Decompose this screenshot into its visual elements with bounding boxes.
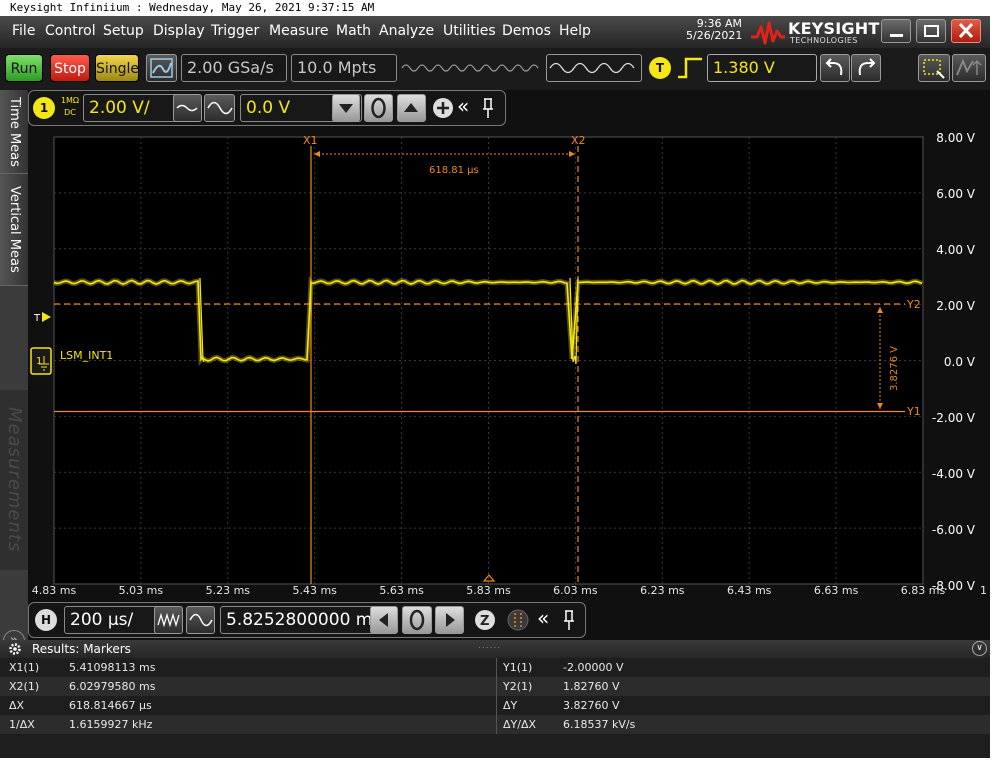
y-tick-label: -4.00 V xyxy=(932,467,976,481)
chevron-right-icon xyxy=(446,613,455,627)
result-label: ΔY/ΔX xyxy=(503,718,537,731)
y2-marker-label: Y2 xyxy=(906,298,921,311)
result-value: -2.00000 V xyxy=(563,661,624,674)
gear-icon[interactable] xyxy=(8,642,22,656)
results-collapse-button[interactable]: ∨ xyxy=(972,641,987,656)
x-tick-label: 5.63 ms xyxy=(379,584,424,597)
results-title: Results: Markers xyxy=(32,642,131,656)
x-tick-label: 6.83 ms xyxy=(901,584,946,597)
x-tick-label: 5.43 ms xyxy=(292,584,337,597)
y-axis-ticks: 8.00 V 6.00 V 4.00 V 2.00 V 0.0 V -2.00 V -4.0… xyxy=(932,131,976,593)
x-axis-ticks: 4.83 ms 5.03 ms 5.23 ms 5.43 ms 5.63 ms 5.83 … xyxy=(32,584,987,597)
result-label: X2(1) xyxy=(9,680,40,693)
gated-measure-icon[interactable] xyxy=(506,608,530,632)
chevron-down-icon: ∨ xyxy=(976,643,983,653)
results-table: X1(1) 5.41098113 ms Y1(1) -2.00000 V X2(… xyxy=(0,658,990,758)
delta-y-label: 3.8276 V xyxy=(889,346,900,391)
position-left-button[interactable] xyxy=(370,606,398,634)
table-row: X2(1) 6.02979580 ms Y2(1) 1.82760 V xyxy=(0,677,990,696)
table-row: ΔX 618.814667 µs ΔY 3.82760 V xyxy=(0,696,990,715)
x-tick-label: 6.63 ms xyxy=(814,584,859,597)
result-label: Y2(1) xyxy=(503,680,533,693)
timebase-increase-button[interactable] xyxy=(186,606,215,634)
result-label: 1/ΔX xyxy=(9,718,35,731)
timebase-decrease-button[interactable] xyxy=(154,606,183,634)
results-column-divider xyxy=(496,658,497,734)
x-tick-label: 5.03 ms xyxy=(119,584,164,597)
zoom-icon[interactable]: Z xyxy=(473,608,497,632)
x1-marker-label: X1 xyxy=(303,134,318,147)
pin-icon[interactable] xyxy=(562,609,576,631)
result-label: ΔX xyxy=(9,699,25,712)
trigger-arrow-icon[interactable] xyxy=(42,312,51,322)
result-label: Y1(1) xyxy=(503,661,533,674)
chevron-left-icon xyxy=(379,613,388,627)
graticule xyxy=(53,136,924,585)
x-tick-extra-label: 1 xyxy=(980,584,987,597)
window-caption: Keysight Infiniium : Wednesday, May 26, … xyxy=(0,0,999,16)
horizontal-position-field[interactable]: 5.8252800000 ms xyxy=(220,606,390,634)
y-tick-label: 8.00 V xyxy=(936,131,976,145)
result-value: 1.6159927 kHz xyxy=(69,718,153,731)
results-drag-handle[interactable]: ...... xyxy=(478,637,501,655)
table-row: 1/ΔX 1.6159927 kHz ΔY/ΔX 6.18537 kV/s xyxy=(0,715,990,734)
channel-ground-number: 1 xyxy=(36,356,42,367)
result-value: 5.41098113 ms xyxy=(69,661,156,674)
y-tick-label: 0.0 V xyxy=(944,355,976,369)
table-row: X1(1) 5.41098113 ms Y1(1) -2.00000 V xyxy=(0,658,990,677)
sparse-wave-icon xyxy=(189,613,213,627)
zero-icon xyxy=(409,609,425,631)
x2-marker-label: X2 xyxy=(571,134,586,147)
y-tick-label: 4.00 V xyxy=(936,243,976,257)
result-value: 1.82760 V xyxy=(563,680,620,693)
position-right-button[interactable] xyxy=(435,606,464,634)
delta-x-label: 618.81 µs xyxy=(429,165,479,176)
result-value: 618.814667 µs xyxy=(69,699,152,712)
result-value: 6.18537 kV/s xyxy=(563,718,636,731)
result-label: X1(1) xyxy=(9,661,40,674)
signal-label: LSM_INT1 xyxy=(60,349,113,362)
horizontal-badge[interactable]: H xyxy=(35,609,57,631)
x-tick-label: 4.83 ms xyxy=(32,584,77,597)
trigger-level-marker: T xyxy=(33,313,41,324)
horizontal-bar: H 200 µs/ 5.8252800000 ms Z « xyxy=(28,602,586,638)
waveform-display[interactable]: 8.00 V 6.00 V 4.00 V 2.00 V 0.0 V -2.00 V -4.0… xyxy=(0,16,990,628)
y-tick-label: 2.00 V xyxy=(936,299,976,313)
x-tick-label: 6.03 ms xyxy=(553,584,598,597)
result-label: ΔY xyxy=(503,699,518,712)
result-value: 3.82760 V xyxy=(563,699,620,712)
position-zero-button[interactable] xyxy=(402,606,432,634)
result-value: 6.02979580 ms xyxy=(69,680,156,693)
dense-wave-icon xyxy=(157,612,180,628)
collapse-chevron-icon[interactable]: « xyxy=(537,606,549,630)
infiniium-window: File Control Setup Display Trigger Measu… xyxy=(0,16,990,758)
x-tick-label: 6.23 ms xyxy=(640,584,685,597)
results-header: Results: Markers ...... ∨ xyxy=(0,640,990,658)
y-tick-label: -6.00 V xyxy=(932,523,976,537)
x-tick-label: 5.83 ms xyxy=(466,584,511,597)
y1-marker-label: Y1 xyxy=(906,405,921,418)
x-tick-label: 5.23 ms xyxy=(206,584,251,597)
svg-text:Z: Z xyxy=(480,614,489,629)
y-tick-label: 6.00 V xyxy=(936,187,976,201)
y-tick-label: -2.00 V xyxy=(932,411,976,425)
x-tick-label: 6.43 ms xyxy=(727,584,772,597)
